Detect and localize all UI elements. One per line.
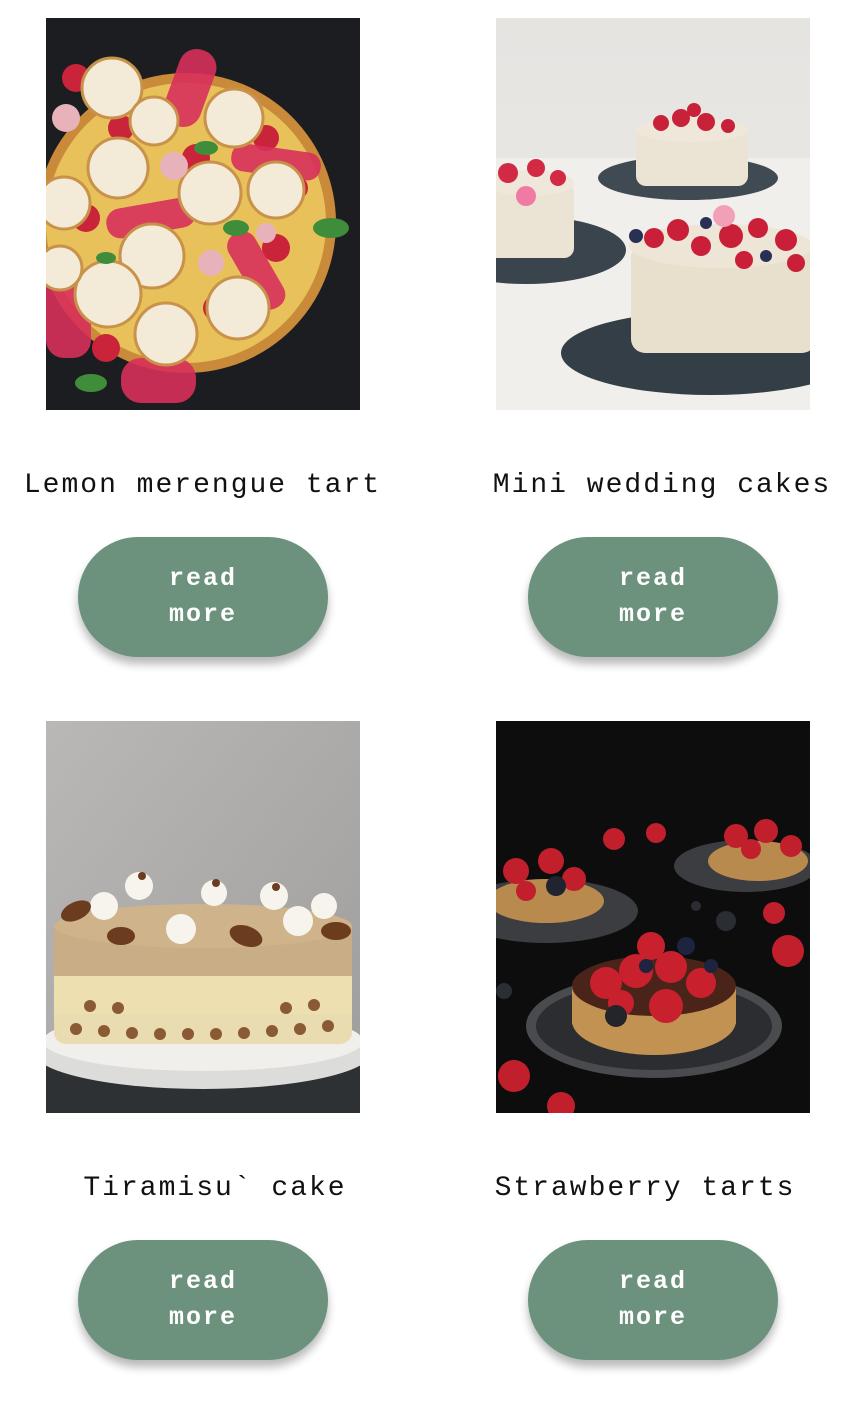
read-more-label: read more: [618, 564, 687, 629]
read-more-button[interactable]: read more: [528, 537, 778, 657]
read-more-button[interactable]: read more: [78, 1240, 328, 1360]
read-more-label: read more: [168, 1267, 237, 1332]
read-more-label: read more: [168, 564, 237, 629]
read-more-label: read more: [618, 1267, 687, 1332]
recipe-card-mini-wedding-cakes: Mini wedding cakes read more: [430, 0, 860, 700]
read-more-button[interactable]: read more: [78, 537, 328, 657]
recipe-card-lemon-merengue-tart: Lemon merengue tart read more: [0, 0, 430, 700]
recipe-title: Tiramisu` cake: [83, 1173, 347, 1204]
recipe-title: Strawberry tarts: [494, 1173, 796, 1204]
recipe-title: Mini wedding cakes: [492, 470, 832, 501]
recipe-grid: Lemon merengue tart read more Mini weddi…: [0, 0, 860, 1402]
read-more-button[interactable]: read more: [528, 1240, 778, 1360]
recipe-card-tiramisu-cake: Tiramisu` cake read more: [0, 703, 430, 1402]
lemon-meringue-tart-photo[interactable]: [46, 18, 360, 410]
recipe-title: Lemon merengue tart: [23, 470, 382, 501]
mini-wedding-cakes-photo[interactable]: [496, 18, 810, 410]
tiramisu-cake-photo[interactable]: [46, 721, 360, 1113]
recipe-card-strawberry-tarts: Strawberry tarts read more: [430, 703, 860, 1402]
strawberry-tarts-photo[interactable]: [496, 721, 810, 1113]
